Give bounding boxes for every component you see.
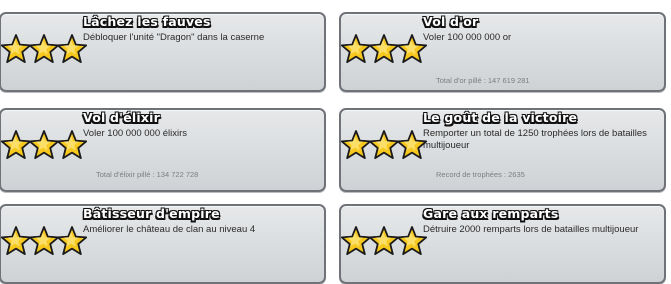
stat-value: : 134 722 728: [152, 170, 199, 179]
gold-star-icon: [56, 226, 87, 256]
achievement-title: Gare aux remparts: [423, 206, 559, 221]
gold-star-icon: [28, 226, 60, 256]
achievement-card-le-gout-de-la-victoire[interactable]: Le goût de la victoire Remporter un tota…: [339, 108, 666, 192]
gold-star-icon: [368, 130, 400, 160]
achievement-description: Remporter un total de 1250 trophées lors…: [423, 128, 647, 151]
gold-star-icon: [1, 34, 32, 64]
gold-star-icon: [341, 34, 372, 64]
three-stars-icon: [341, 32, 427, 68]
stat-label: Total d'or pillé: [436, 76, 482, 85]
gold-star-icon: [28, 130, 60, 160]
achievement-stat: Record de trophées : 2635: [436, 170, 525, 179]
stars-graphic: [1, 226, 87, 256]
stat-label: Record de trophées: [436, 170, 502, 179]
stars-graphic: [341, 226, 427, 256]
gold-star-icon: [56, 34, 87, 64]
achievement-description: Détruire 2000 remparts lors de batailles…: [423, 224, 639, 235]
stat-value: : 147 619 281: [483, 76, 530, 85]
achievement-title: Lâchez les fauves: [83, 14, 211, 29]
achievement-description: Voler 100 000 000 élixirs: [83, 128, 188, 139]
stat-label: Total d'élixir pillé: [96, 170, 151, 179]
gold-star-icon: [341, 130, 372, 160]
three-stars-icon: [341, 128, 427, 164]
achievement-card-lachez-les-fauves[interactable]: Lâchez les fauves Débloquer l'unité "Dra…: [0, 12, 326, 92]
achievement-stat: Total d'élixir pillé : 134 722 728: [96, 170, 198, 179]
achievement-title: Le goût de la victoire: [423, 110, 578, 125]
achievement-card-batisseur-dempire[interactable]: Bâtisseur d'empire Améliorer le château …: [0, 204, 326, 284]
stars-graphic: [1, 34, 87, 64]
achievement-stat: Total d'or pillé : 147 619 281: [436, 76, 530, 85]
stat-value: : 2635: [503, 170, 525, 179]
gold-star-icon: [368, 34, 400, 64]
achievement-card-vol-delixir[interactable]: Vol d'élixir Voler 100 000 000 élixirs T…: [0, 108, 326, 192]
achievement-description: Améliorer le château de clan au niveau 4: [83, 224, 256, 235]
gold-star-icon: [56, 130, 87, 160]
gold-star-icon: [28, 34, 60, 64]
stars-graphic: [341, 34, 427, 64]
achievement-card-vol-dor[interactable]: Vol d'or Voler 100 000 000 or Total d'or…: [339, 12, 666, 92]
gold-star-icon: [396, 34, 427, 64]
gold-star-icon: [1, 226, 32, 256]
gold-star-icon: [396, 130, 427, 160]
achievement-card-gare-aux-remparts[interactable]: Gare aux remparts Détruire 2000 remparts…: [339, 204, 666, 284]
achievement-title: Bâtisseur d'empire: [83, 206, 220, 221]
three-stars-icon: [341, 224, 427, 260]
three-stars-icon: [1, 32, 87, 68]
stars-graphic: [341, 130, 427, 160]
gold-star-icon: [368, 226, 400, 256]
gold-star-icon: [396, 226, 427, 256]
achievement-title: Vol d'élixir: [83, 110, 160, 125]
three-stars-icon: [1, 224, 87, 260]
achievement-description: Débloquer l'unité "Dragon" dans la caser…: [83, 32, 265, 43]
gold-star-icon: [341, 226, 372, 256]
stars-graphic: [1, 130, 87, 160]
three-stars-icon: [1, 128, 87, 164]
gold-star-icon: [1, 130, 32, 160]
achievement-description: Voler 100 000 000 or: [423, 32, 512, 43]
achievement-title: Vol d'or: [423, 14, 479, 29]
